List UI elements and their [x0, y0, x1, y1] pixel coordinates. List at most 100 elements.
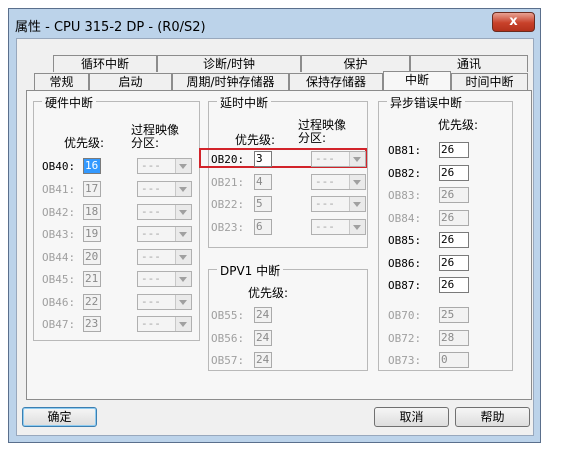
- cancel-button[interactable]: 取消: [374, 407, 449, 427]
- tab-cycle-clock-memory[interactable]: 周期/时钟存储器: [172, 73, 289, 90]
- priority-field[interactable]: 25: [439, 307, 469, 323]
- group-title: 异步错误中断: [387, 94, 466, 111]
- priority-field[interactable]: 24: [254, 330, 272, 346]
- tab-general[interactable]: 常规: [34, 73, 89, 90]
- priority-field[interactable]: 3: [254, 151, 272, 167]
- priority-field[interactable]: 28: [439, 330, 469, 346]
- priority-field[interactable]: 24: [254, 352, 272, 368]
- ob-label: OB82:: [388, 167, 422, 180]
- partition-select[interactable]: ---: [137, 204, 192, 220]
- tab-retentive-memory[interactable]: 保持存储器: [289, 73, 383, 90]
- close-icon: x: [509, 14, 518, 29]
- priority-field[interactable]: 20: [83, 249, 101, 265]
- priority-field[interactable]: 26: [439, 277, 469, 293]
- priority-field[interactable]: 16: [83, 158, 101, 174]
- chevron-down-icon: [349, 152, 365, 166]
- ob-label: OB20:: [211, 153, 245, 166]
- ob-label: OB72:: [388, 332, 422, 345]
- priority-header: 优先级:: [64, 136, 105, 150]
- select-value: ---: [141, 159, 161, 172]
- priority-field[interactable]: 5: [254, 196, 272, 212]
- ob-label: OB40:: [42, 160, 76, 173]
- ob-label: OB70:: [388, 309, 422, 322]
- chevron-down-icon: [175, 159, 191, 173]
- partition-select[interactable]: ---: [137, 316, 192, 332]
- ob-label: OB57:: [211, 354, 245, 367]
- partition-select[interactable]: ---: [137, 181, 192, 197]
- ob-label: OB42:: [42, 206, 76, 219]
- chevron-down-icon: [349, 220, 365, 234]
- tab-protection[interactable]: 保护: [301, 55, 410, 72]
- priority-field[interactable]: 21: [83, 271, 101, 287]
- partition-select[interactable]: ---: [137, 158, 192, 174]
- partition-select[interactable]: ---: [311, 196, 366, 212]
- partition-select[interactable]: ---: [311, 174, 366, 190]
- priority-field[interactable]: 18: [83, 204, 101, 220]
- chevron-down-icon: [175, 272, 191, 286]
- chevron-down-icon: [349, 197, 365, 211]
- priority-field[interactable]: 19: [83, 226, 101, 242]
- tab-time-of-day-interrupts[interactable]: 时间中断: [451, 73, 528, 90]
- tab-communication[interactable]: 通讯: [410, 55, 528, 72]
- ok-button[interactable]: 确定: [22, 407, 97, 427]
- priority-header: 优先级:: [438, 118, 479, 132]
- select-value: ---: [141, 227, 161, 240]
- group-title: DPV1 中断: [217, 262, 284, 279]
- select-value: ---: [141, 295, 161, 308]
- ob-label: OB43:: [42, 228, 76, 241]
- partition-select[interactable]: ---: [137, 226, 192, 242]
- priority-header: 优先级:: [248, 286, 289, 300]
- partition-select[interactable]: ---: [311, 151, 366, 167]
- tab-label: 诊断/时钟: [202, 57, 256, 71]
- priority-field[interactable]: 26: [439, 142, 469, 158]
- select-value: ---: [141, 272, 161, 285]
- priority-field[interactable]: 6: [254, 219, 272, 235]
- tab-cyclic-interrupts[interactable]: 循环中断: [53, 55, 157, 72]
- priority-field[interactable]: 0: [439, 352, 469, 368]
- group-title: 延时中断: [217, 94, 272, 111]
- priority-field[interactable]: 26: [439, 255, 469, 271]
- tab-label: 循环中断: [80, 57, 129, 71]
- chevron-down-icon: [349, 175, 365, 189]
- tab-diagnostics-clock[interactable]: 诊断/时钟: [157, 55, 301, 72]
- priority-field[interactable]: 26: [439, 165, 469, 181]
- tab-label: 保持存储器: [305, 75, 366, 89]
- partition-select[interactable]: ---: [137, 294, 192, 310]
- ob-label: OB84:: [388, 212, 422, 225]
- priority-field[interactable]: 24: [254, 307, 272, 323]
- select-value: ---: [315, 197, 335, 210]
- ob-label: OB73:: [388, 354, 422, 367]
- title-bar: 属性 - CPU 315-2 DP - (R0/S2) x: [9, 9, 540, 37]
- ob-label: OB44:: [42, 251, 76, 264]
- priority-field[interactable]: 26: [439, 210, 469, 226]
- select-value: ---: [315, 152, 335, 165]
- tab-interrupts[interactable]: 中断: [383, 71, 451, 90]
- ob-label: OB87:: [388, 279, 422, 292]
- partition-header: 分区:: [298, 131, 327, 145]
- priority-field[interactable]: 26: [439, 187, 469, 203]
- tab-label: 启动: [118, 75, 143, 89]
- select-value: ---: [315, 220, 335, 233]
- priority-field[interactable]: 22: [83, 294, 101, 310]
- close-button[interactable]: x: [492, 12, 535, 32]
- tab-label: 时间中断: [465, 75, 514, 89]
- ob-label: OB41:: [42, 183, 76, 196]
- partition-select[interactable]: ---: [311, 219, 366, 235]
- help-button[interactable]: 帮助: [455, 407, 530, 427]
- ob-label: OB46:: [42, 296, 76, 309]
- ob-label: OB45:: [42, 273, 76, 286]
- priority-field[interactable]: 17: [83, 181, 101, 197]
- ob-label: OB22:: [211, 198, 245, 211]
- window-title: 属性 - CPU 315-2 DP - (R0/S2): [15, 20, 206, 35]
- partition-select[interactable]: ---: [137, 271, 192, 287]
- priority-header: 优先级:: [235, 133, 276, 147]
- chevron-down-icon: [175, 182, 191, 196]
- partition-select[interactable]: ---: [137, 249, 192, 265]
- priority-field[interactable]: 4: [254, 174, 272, 190]
- priority-field[interactable]: 23: [83, 316, 101, 332]
- chevron-down-icon: [175, 205, 191, 219]
- tab-label: 周期/时钟存储器: [186, 75, 275, 89]
- ob-label: OB47:: [42, 318, 76, 331]
- tab-startup[interactable]: 启动: [89, 73, 172, 90]
- priority-field[interactable]: 26: [439, 232, 469, 248]
